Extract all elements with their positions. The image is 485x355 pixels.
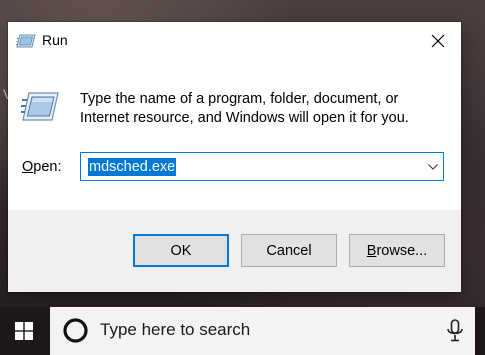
dialog-button-bar: OK Cancel Browse... [8, 210, 461, 292]
browse-accelerator: B [366, 242, 377, 259]
search-placeholder: Type here to search [100, 320, 251, 339]
cortana-circle-icon [62, 317, 89, 344]
cancel-button[interactable]: Cancel [241, 234, 337, 267]
browse-label: rowse... [376, 242, 428, 259]
open-label: Open: [22, 159, 62, 175]
windows-start-icon [15, 322, 33, 340]
open-label-text: pen: [33, 159, 62, 175]
run-app-icon [16, 33, 36, 49]
close-icon [431, 34, 445, 48]
dialog-title: Run [42, 32, 68, 48]
chevron-down-icon [428, 163, 438, 170]
open-label-accelerator: O [22, 159, 34, 175]
taskbar-search-box[interactable]: Type here to search [50, 307, 475, 355]
dialog-description: Type the name of a program, folder, docu… [80, 91, 409, 126]
open-command-combobox[interactable]: mdsched.exe [80, 152, 444, 181]
microphone-icon[interactable] [445, 319, 465, 343]
combobox-dropdown-button[interactable] [423, 153, 443, 180]
ok-button[interactable]: OK [133, 234, 229, 267]
command-input[interactable]: mdsched.exe [88, 158, 177, 176]
taskbar: Type here to search [0, 307, 485, 355]
run-dialog: Run Type the name of a program, folder, … [8, 22, 461, 292]
dialog-titlebar[interactable]: Run [8, 22, 461, 60]
dialog-body: Type the name of a program, folder, docu… [8, 60, 461, 210]
browse-button[interactable]: Browse... [349, 234, 445, 267]
start-button[interactable] [0, 307, 48, 355]
run-program-icon [21, 90, 59, 124]
close-button[interactable] [415, 22, 461, 60]
